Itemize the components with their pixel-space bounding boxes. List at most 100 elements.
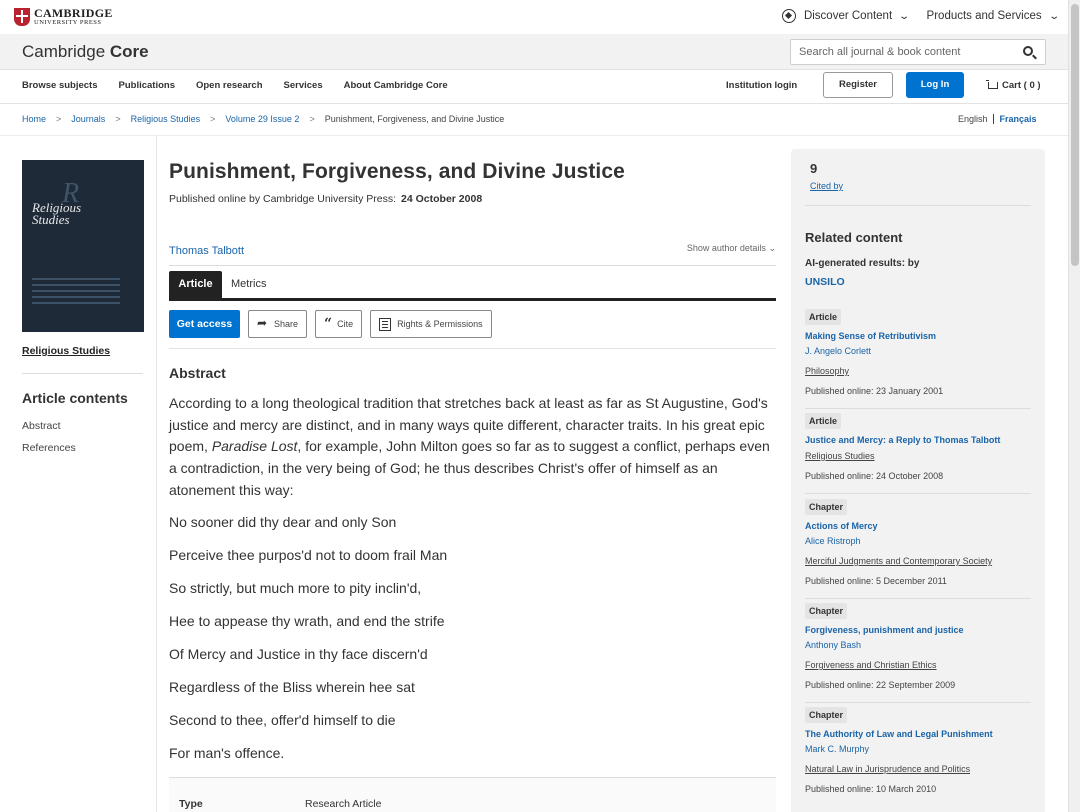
divider [805, 408, 1031, 409]
core-header: Cambridge Core Search all journal & book… [0, 34, 1068, 70]
related-title-link[interactable]: Making Sense of Retributivism [805, 331, 1031, 341]
poem-line: No sooner did thy dear and only Son [169, 514, 397, 530]
divider [22, 373, 143, 374]
chevron-down-icon: ⌄ [898, 10, 911, 22]
divider [805, 598, 1031, 599]
search-icon[interactable] [1023, 46, 1033, 56]
contents-references-link[interactable]: References [22, 442, 144, 454]
journal-link[interactable]: Religious Studies [22, 345, 144, 357]
nav-publications[interactable]: Publications [119, 80, 175, 91]
related-title-link[interactable]: Actions of Mercy [805, 521, 1031, 531]
related-author-link[interactable]: Anthony Bash [805, 640, 1031, 650]
cover-decoration [32, 278, 120, 308]
breadcrumb-issue[interactable]: Volume 29 Issue 2 [225, 114, 299, 124]
document-icon [379, 317, 392, 331]
share-icon [257, 316, 269, 330]
related-item: Chapter Forgiveness, punishment and just… [805, 601, 1031, 703]
journal-cover[interactable]: R Religious Studies [22, 160, 144, 332]
author-link[interactable]: Thomas Talbott [169, 245, 244, 257]
breadcrumb-separator: > [210, 114, 216, 124]
cambridge-university-press-logo[interactable]: CAMBRIDGE UNIVERSITY PRESS [14, 7, 113, 27]
register-button[interactable]: Register [823, 72, 893, 98]
meta-type-value: Research Article [305, 798, 382, 810]
language-switcher: English Français [958, 114, 1037, 124]
lang-english[interactable]: English [958, 114, 988, 124]
page-scrollbar[interactable] [1068, 0, 1080, 812]
content-type-badge: Article [805, 309, 842, 325]
related-title-link[interactable]: Forgiveness, punishment and justice [805, 625, 1031, 635]
products-services-label: Products and Services [926, 10, 1042, 22]
poem-line: Hee to appease thy wrath, and end the st… [169, 613, 445, 629]
cart-link[interactable]: Cart ( 0 ) [986, 80, 1041, 91]
cite-button[interactable]: “ Cite [315, 310, 363, 338]
divider [805, 702, 1031, 703]
quote-icon: “ [324, 316, 333, 332]
cart-label: Cart ( 0 ) [1002, 80, 1041, 91]
related-published-date: Published online: 5 December 2011 [805, 576, 947, 586]
breadcrumb-journal[interactable]: Religious Studies [131, 114, 201, 124]
divider [805, 205, 1031, 206]
related-author-link[interactable]: J. Angelo Corlett [805, 346, 1031, 356]
column-divider [156, 136, 157, 812]
article-main: Punishment, Forgiveness, and Divine Just… [169, 160, 776, 812]
search-input[interactable]: Search all journal & book content [790, 39, 1046, 65]
main-nav: Browse subjects Publications Open resear… [0, 70, 1068, 104]
article-actions: Get access Share “ Cite Rights & Permiss… [169, 310, 500, 338]
related-source-link[interactable]: Natural Law in Jurisprudence and Politic… [805, 764, 1031, 774]
related-author-link[interactable]: Mark C. Murphy [805, 744, 1031, 754]
breadcrumb-separator: > [309, 114, 315, 124]
cited-by-link[interactable]: Cited by [810, 181, 843, 191]
left-sidebar: R Religious Studies Religious Studies Ar… [22, 160, 144, 454]
discover-content-menu[interactable]: Discover Content ⌄ [781, 9, 911, 23]
search-placeholder: Search all journal & book content [799, 46, 961, 58]
lang-francais[interactable]: Français [992, 114, 1037, 124]
poem-line: Of Mercy and Justice in thy face discern… [169, 646, 428, 662]
related-source-link[interactable]: Religious Studies [805, 451, 1031, 461]
nav-browse-subjects[interactable]: Browse subjects [22, 80, 98, 91]
tab-article[interactable]: Article [169, 271, 222, 298]
chevron-down-icon: ⌄ [1047, 10, 1060, 22]
related-panel: 9 Cited by Related content AI-generated … [791, 149, 1045, 812]
login-button[interactable]: Log In [906, 72, 964, 98]
content-type-badge: Chapter [805, 707, 848, 723]
scrollbar-thumb[interactable] [1071, 4, 1079, 266]
related-title-link[interactable]: The Authority of Law and Legal Punishmen… [805, 729, 1031, 739]
discover-content-label: Discover Content [803, 10, 893, 22]
breadcrumb-bar: Home > Journals > Religious Studies > Vo… [0, 104, 1068, 136]
breadcrumb: Home > Journals > Religious Studies > Vo… [22, 114, 504, 124]
poem-line: Second to thee, offer'd himself to die [169, 712, 396, 728]
related-title-link[interactable]: Justice and Mercy: a Reply to Thomas Tal… [805, 435, 1031, 445]
related-published-date: Published online: 22 September 2009 [805, 680, 956, 690]
institution-login-link[interactable]: Institution login [726, 80, 797, 91]
share-button[interactable]: Share [248, 310, 308, 338]
unsilo-link[interactable]: UNSILO [805, 276, 845, 288]
nav-about[interactable]: About Cambridge Core [344, 80, 448, 91]
related-source-link[interactable]: Philosophy [805, 366, 1031, 376]
get-access-button[interactable]: Get access [169, 310, 240, 338]
chevron-down-icon: ⌄ [768, 243, 776, 253]
related-author-link[interactable]: Alice Ristroph [805, 536, 1031, 546]
nav-services[interactable]: Services [284, 80, 323, 91]
abstract-heading: Abstract [169, 365, 226, 381]
show-author-details[interactable]: Show author details ⌄ [687, 243, 776, 254]
related-source-link[interactable]: Forgiveness and Christian Ethics [805, 660, 1031, 670]
related-content-heading: Related content [805, 230, 903, 245]
products-services-menu[interactable]: Products and Services ⌄ [926, 10, 1060, 22]
breadcrumb-journals[interactable]: Journals [71, 114, 105, 124]
contents-abstract-link[interactable]: Abstract [22, 420, 144, 432]
tab-metrics[interactable]: Metrics [231, 278, 266, 290]
published-date: 24 October 2008 [401, 193, 483, 205]
compass-icon [781, 9, 796, 23]
breadcrumb-home[interactable]: Home [22, 114, 46, 124]
ai-results-label: AI-generated results: by [805, 258, 920, 269]
nav-open-research[interactable]: Open research [196, 80, 263, 91]
cambridge-core-logo[interactable]: Cambridge Core [22, 42, 149, 62]
article-title: Punishment, Forgiveness, and Divine Just… [169, 160, 625, 183]
related-item: Article Justice and Mercy: a Reply to Th… [805, 411, 1031, 494]
poem-line: For man's offence. [169, 745, 285, 761]
cover-title-line2: Studies [32, 212, 70, 227]
content-type-badge: Chapter [805, 603, 848, 619]
rights-permissions-button[interactable]: Rights & Permissions [370, 310, 492, 338]
content-type-badge: Chapter [805, 499, 848, 515]
related-source-link[interactable]: Merciful Judgments and Contemporary Soci… [805, 556, 1031, 566]
